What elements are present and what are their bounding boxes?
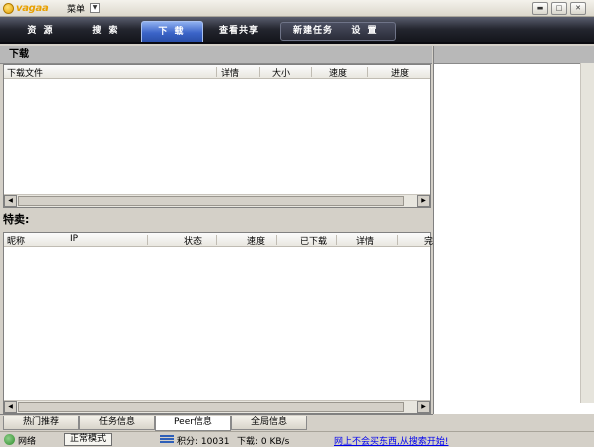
- ad-link-text[interactable]: 网上不会买东西,从搜索开始!: [334, 437, 448, 447]
- menu-button[interactable]: 菜单: [67, 2, 85, 15]
- col-peer-speed[interactable]: 速度: [247, 234, 265, 247]
- close-button[interactable]: ✕: [570, 2, 586, 15]
- new-task-button[interactable]: 新建任务: [286, 21, 340, 42]
- main-nav: 资 源 搜 索 下 载 查看共享 新建任务 设 置: [0, 17, 594, 44]
- promo-title: 特卖:: [3, 213, 30, 226]
- scroll-right-icon[interactable]: ▶: [417, 401, 430, 413]
- side-panel: [433, 46, 594, 414]
- col-speed[interactable]: 速度: [329, 66, 347, 79]
- download-list-hscrollbar[interactable]: ◀ ▶: [4, 194, 430, 207]
- tab-global-info[interactable]: 全局信息: [231, 416, 307, 430]
- tab-download[interactable]: 下 载: [141, 21, 203, 42]
- scroll-left-icon[interactable]: ◀: [4, 195, 17, 207]
- peer-list[interactable]: 昵称 IP 状态 速度 已下载 详情 完 ◀ ▶: [3, 232, 433, 414]
- status-bar: 网络 正常模式 积分: 10031 下载: 0 KB/s 网上不会买东西,从搜索…: [0, 431, 594, 447]
- score-text: 积分: 10031: [177, 437, 230, 447]
- menu-dropdown-icon[interactable]: ▼: [90, 3, 100, 13]
- tab-search[interactable]: 搜 索: [78, 21, 134, 42]
- peer-list-hscrollbar[interactable]: ◀ ▶: [4, 400, 430, 413]
- tab-resources[interactable]: 资 源: [14, 21, 68, 42]
- col-details[interactable]: 详情: [221, 66, 239, 79]
- title-bar: vagaa 菜单 ▼ ▬ □ ✕: [0, 0, 594, 17]
- maximize-button[interactable]: □: [551, 2, 567, 15]
- col-peer-details[interactable]: 详情: [356, 234, 374, 247]
- download-list-header: 下载文件 详情 大小 速度 进度: [4, 65, 430, 79]
- col-nickname[interactable]: 昵称: [7, 234, 25, 247]
- network-icon: [4, 434, 15, 445]
- vagaa-logo-icon: [3, 3, 14, 14]
- col-ip[interactable]: IP: [70, 234, 78, 244]
- logo-text: vagaa: [16, 3, 49, 14]
- page-title: 下载: [0, 46, 432, 64]
- col-downloaded[interactable]: 已下载: [300, 234, 327, 247]
- scroll-thumb[interactable]: [18, 196, 404, 206]
- scroll-right-icon[interactable]: ▶: [417, 195, 430, 207]
- col-progress[interactable]: 进度: [391, 66, 409, 79]
- mode-button[interactable]: 正常模式: [64, 433, 112, 446]
- info-tabs: 热门推荐 任务信息 Peer信息 全局信息: [0, 414, 433, 431]
- minimize-button[interactable]: ▬: [532, 2, 548, 15]
- peer-list-header: 昵称 IP 状态 速度 已下载 详情 完: [4, 233, 433, 247]
- col-status[interactable]: 状态: [184, 234, 202, 247]
- score-icon: [160, 435, 174, 444]
- side-panel-header: [434, 46, 594, 64]
- scroll-left-icon[interactable]: ◀: [4, 401, 17, 413]
- tab-view-shared[interactable]: 查看共享: [210, 21, 268, 42]
- ad-link[interactable]: 网上不会买东西,从搜索开始!: [334, 434, 448, 447]
- col-file[interactable]: 下载文件: [7, 66, 43, 79]
- col-complete[interactable]: 完: [424, 234, 433, 247]
- tab-hot-picks[interactable]: 热门推荐: [3, 416, 79, 430]
- side-panel-scrollbar[interactable]: [580, 63, 594, 403]
- tab-task-info[interactable]: 任务信息: [79, 416, 155, 430]
- download-list[interactable]: 下载文件 详情 大小 速度 进度 ◀ ▶: [3, 64, 431, 208]
- settings-button[interactable]: 设 置: [342, 21, 388, 42]
- col-size[interactable]: 大小: [272, 66, 290, 79]
- app-logo: vagaa: [3, 2, 49, 15]
- tab-peer-info[interactable]: Peer信息: [155, 416, 231, 431]
- network-label: 网络: [18, 437, 37, 447]
- scroll-thumb[interactable]: [18, 402, 404, 412]
- download-speed: 下载: 0 KB/s: [237, 437, 290, 447]
